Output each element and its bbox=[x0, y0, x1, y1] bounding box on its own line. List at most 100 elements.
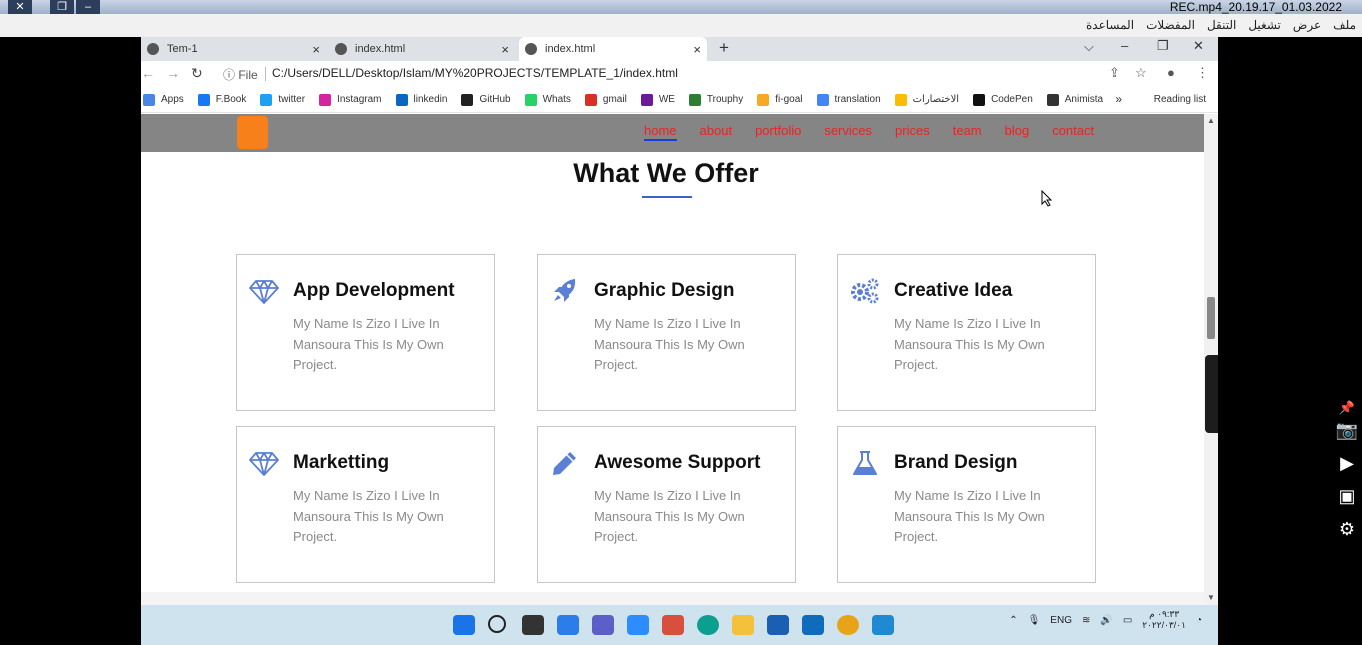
scroll-thumb[interactable] bbox=[1207, 297, 1215, 339]
nav-portfolio[interactable]: portfolio bbox=[755, 123, 801, 141]
nav-home[interactable]: home bbox=[644, 123, 677, 141]
player-menu-file[interactable]: ملف bbox=[1333, 18, 1356, 32]
tray-chevron-icon[interactable]: ⌃ bbox=[1009, 615, 1017, 626]
tab-index-2-active[interactable]: index.html × bbox=[519, 37, 707, 61]
bookmark-item[interactable]: WE bbox=[640, 93, 675, 106]
vscode-icon[interactable] bbox=[872, 615, 894, 635]
bookmark-item[interactable]: fi-goal bbox=[757, 93, 803, 106]
card-title: Creative Idea bbox=[894, 280, 1013, 301]
flask-icon bbox=[853, 451, 877, 475]
menu-kebab-icon[interactable]: ⋮ bbox=[1196, 65, 1209, 81]
player-menu-navigate[interactable]: التنقل bbox=[1207, 18, 1236, 32]
windows-taskbar: ⌃ 🎙 ENG ≋ 🔊 ▭ ٠٩:٣٣ م ٢٠٢٢/٠٣/٠١ ◔ bbox=[141, 605, 1218, 645]
bookmark-label: Whats bbox=[542, 94, 571, 105]
player-menu-help[interactable]: المساعدة bbox=[1086, 18, 1134, 32]
tab-close-icon[interactable]: × bbox=[693, 42, 701, 57]
nav-contact[interactable]: contact bbox=[1052, 123, 1094, 141]
address-scheme[interactable]: ⓘ File bbox=[223, 66, 258, 83]
bookmark-item[interactable]: translation bbox=[816, 93, 881, 106]
profile-icon[interactable]: ● bbox=[1167, 65, 1175, 80]
bookmark-item[interactable]: twitter bbox=[260, 93, 305, 106]
nav-team[interactable]: team bbox=[953, 123, 982, 141]
bookmark-item[interactable]: الاختصارات bbox=[894, 93, 959, 106]
bookmark-item[interactable]: gmail bbox=[584, 93, 627, 106]
share-icon[interactable]: ⇪ bbox=[1109, 65, 1120, 81]
scroll-down-icon[interactable]: ▼ bbox=[1207, 593, 1215, 602]
globe-icon bbox=[147, 43, 159, 55]
reload-icon[interactable]: ↻ bbox=[191, 65, 203, 82]
tab-index-1[interactable]: index.html × bbox=[329, 37, 515, 61]
gallery-icon[interactable]: ▣ bbox=[1334, 486, 1360, 510]
nav-about[interactable]: about bbox=[700, 123, 733, 141]
card-text: My Name Is Zizo I Live In Mansoura This … bbox=[293, 488, 444, 544]
player-menu-play[interactable]: تشغيل bbox=[1248, 18, 1281, 32]
restore-button[interactable]: ❐ bbox=[1157, 38, 1169, 54]
diamond-icon bbox=[249, 280, 279, 304]
settings-gear-icon[interactable]: ⚙ bbox=[1334, 519, 1360, 543]
start-windows-icon[interactable] bbox=[453, 615, 475, 635]
card-text: My Name Is Zizo I Live In Mansoura This … bbox=[594, 488, 745, 544]
tab-search-icon[interactable]: ⌵ bbox=[1084, 39, 1094, 55]
bookmark-item[interactable]: linkedin bbox=[395, 93, 448, 106]
file-explorer-icon[interactable] bbox=[732, 615, 754, 635]
bookmark-item[interactable]: F.Book bbox=[197, 93, 246, 106]
bookmark-label: linkedin bbox=[413, 94, 448, 105]
side-panel-tab[interactable] bbox=[1205, 355, 1218, 433]
back-arrow-icon[interactable]: ← bbox=[141, 65, 155, 81]
card-title: App Development bbox=[293, 280, 455, 301]
chrome-icon[interactable] bbox=[837, 615, 859, 635]
microphone-icon[interactable]: 🎙 bbox=[1028, 615, 1041, 626]
language-indicator[interactable]: ENG bbox=[1050, 615, 1072, 626]
bookmark-item[interactable]: CodePen bbox=[973, 93, 1033, 106]
site-logo[interactable] bbox=[237, 116, 268, 149]
nav-prices[interactable]: prices bbox=[895, 123, 930, 141]
edge-icon[interactable] bbox=[697, 615, 719, 635]
zoom-icon[interactable] bbox=[627, 615, 649, 635]
mouse-cursor-icon bbox=[1041, 190, 1053, 207]
new-tab-button[interactable]: + bbox=[719, 37, 729, 59]
player-minimize-button[interactable]: – bbox=[76, 0, 100, 14]
address-bar[interactable]: C:/Users/DELL/Desktop/Islam/MY%20PROJECT… bbox=[272, 66, 678, 80]
player-menu-view[interactable]: عرض bbox=[1293, 18, 1321, 32]
bookmark-item[interactable]: Apps bbox=[143, 93, 184, 106]
camera-icon[interactable]: 📷 bbox=[1334, 420, 1360, 444]
mail-icon[interactable] bbox=[802, 615, 824, 635]
bookmark-item[interactable]: Animista bbox=[1046, 93, 1103, 106]
bookmark-item[interactable]: Whats bbox=[524, 93, 571, 106]
browser-toolbar: ← → ↻ ⓘ File C:/Users/DELL/Desktop/Islam… bbox=[141, 61, 1218, 87]
clock[interactable]: ٠٩:٣٣ م ٢٠٢٢/٠٣/٠١ bbox=[1142, 609, 1186, 631]
forward-arrow-icon[interactable]: → bbox=[166, 65, 180, 81]
card-title: Awesome Support bbox=[594, 452, 761, 473]
service-card: App Development My Name Is Zizo I Live I… bbox=[236, 254, 495, 411]
close-button[interactable]: ✕ bbox=[1193, 38, 1204, 54]
bookmark-item[interactable]: GitHub bbox=[461, 93, 511, 106]
reading-list-button[interactable]: Reading list bbox=[1154, 94, 1206, 105]
paint-icon[interactable] bbox=[662, 615, 684, 635]
bookmark-star-icon[interactable]: ☆ bbox=[1135, 65, 1147, 81]
nav-blog[interactable]: blog bbox=[1005, 123, 1030, 141]
player-close-button[interactable]: ✕ bbox=[8, 0, 32, 14]
player-restore-button[interactable]: ❐ bbox=[50, 0, 74, 14]
pencil-icon bbox=[553, 452, 576, 475]
wifi-icon[interactable]: ≋ bbox=[1082, 615, 1090, 626]
task-view-icon[interactable] bbox=[522, 615, 544, 635]
video-icon[interactable]: ▶ bbox=[1334, 453, 1360, 477]
bookmark-item[interactable]: Trouphy bbox=[688, 93, 743, 106]
tab-close-icon[interactable]: × bbox=[501, 42, 509, 57]
chat-icon[interactable] bbox=[592, 615, 614, 635]
tab-tem-1[interactable]: Tem-1 × bbox=[141, 37, 326, 61]
scroll-up-icon[interactable]: ▲ bbox=[1207, 116, 1215, 125]
bookmarks-overflow-button[interactable]: » bbox=[1115, 92, 1122, 106]
volume-icon[interactable]: 🔊 bbox=[1100, 615, 1112, 626]
store-icon[interactable] bbox=[767, 615, 789, 635]
nav-services[interactable]: services bbox=[824, 123, 872, 141]
bookmark-item[interactable]: Instagram bbox=[319, 93, 382, 106]
bookmark-favicon-icon bbox=[395, 93, 408, 106]
notification-icon[interactable]: ◔ bbox=[1196, 615, 1202, 626]
widgets-icon[interactable] bbox=[557, 615, 579, 635]
minimize-button[interactable]: – bbox=[1121, 38, 1128, 54]
search-icon[interactable] bbox=[488, 615, 506, 633]
tab-close-icon[interactable]: × bbox=[312, 42, 320, 57]
player-menu-favorites[interactable]: المفضلات bbox=[1146, 18, 1195, 32]
battery-icon[interactable]: ▭ bbox=[1123, 615, 1132, 626]
